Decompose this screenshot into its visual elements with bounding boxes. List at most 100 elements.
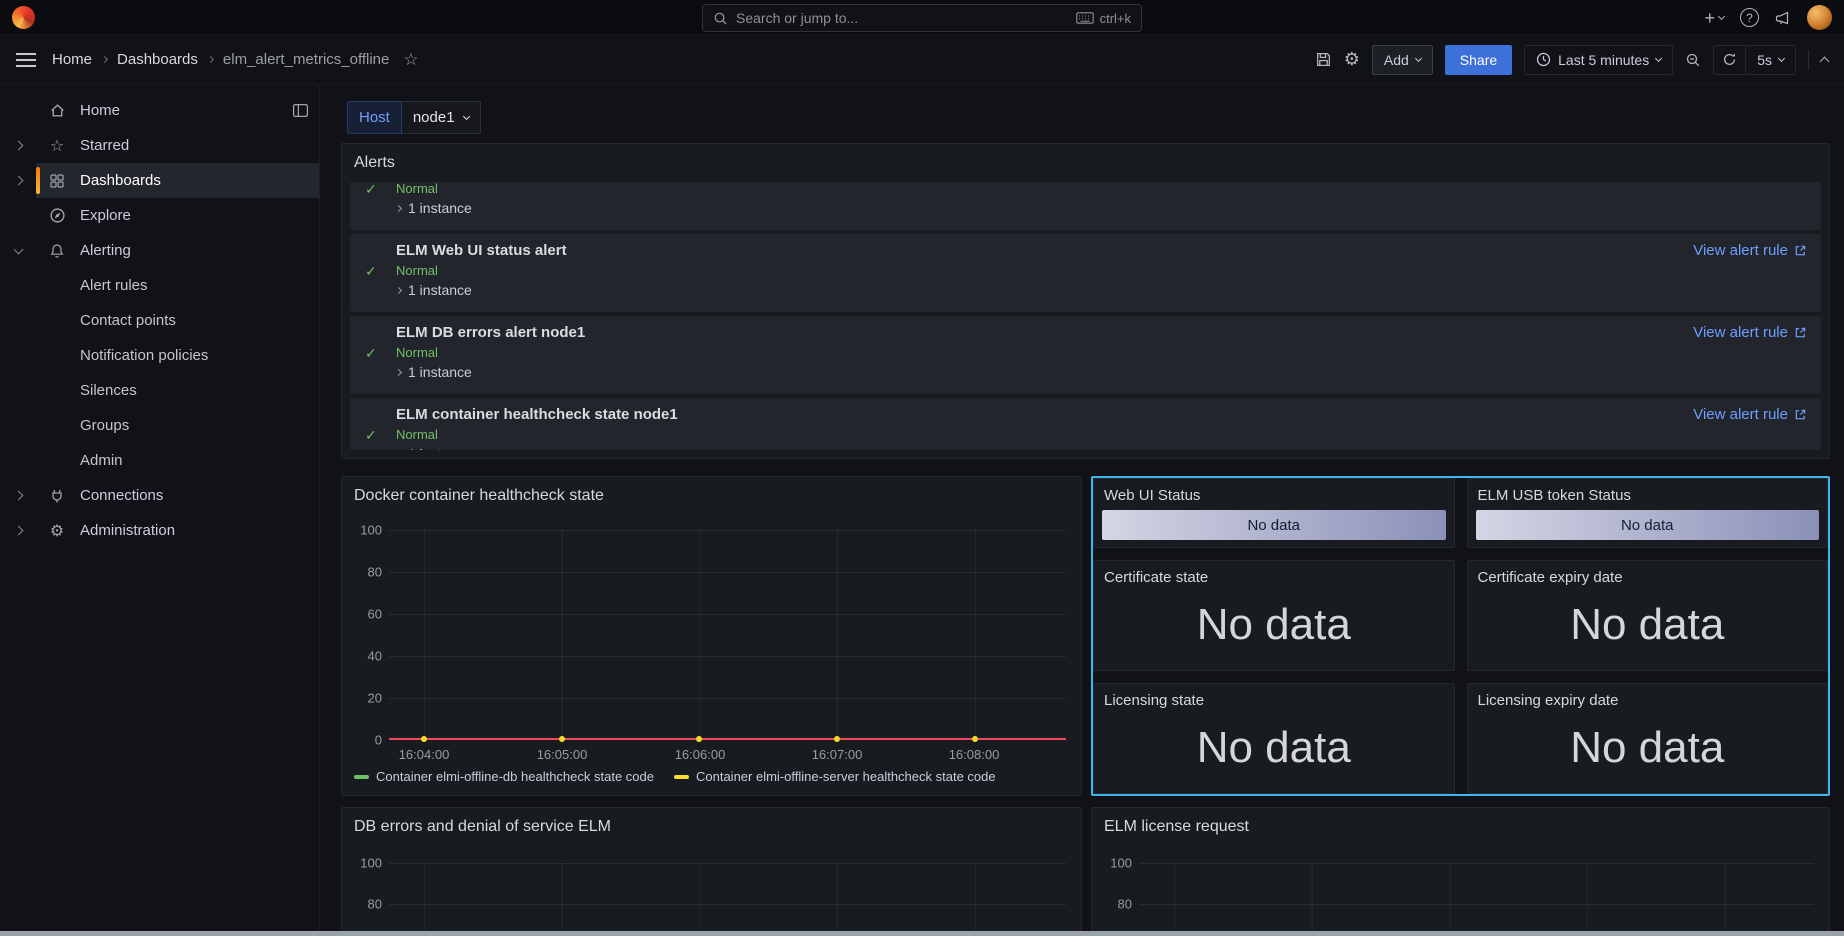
horizontal-scrollbar[interactable]: [0, 931, 1844, 936]
refresh-interval-dropdown[interactable]: 5s: [1745, 45, 1795, 74]
page-toolbar: Home Dashboards elm_alert_metrics_offlin…: [0, 35, 1844, 85]
alert-list: ✓ Normal 1 instance View alert rule: [350, 182, 1821, 450]
variable-value-dropdown[interactable]: node1: [401, 101, 481, 134]
new-menu-button[interactable]: +: [1704, 7, 1726, 28]
sidebar-item-dashboards[interactable]: Dashboards: [0, 163, 319, 198]
chart-plot-area: [389, 530, 1066, 742]
dashboard-canvas: Host node1 Alerts ✓ Normal 1 instance ✓ …: [320, 85, 1844, 936]
stat-panel-group-selected: Web UI Status No data ELM USB token Stat…: [1091, 476, 1830, 796]
refresh-group: 5s: [1713, 44, 1796, 75]
y-tick-label: 80: [367, 564, 382, 580]
gear-icon: ⚙: [1343, 48, 1360, 70]
alert-instances-toggle[interactable]: 1 instance: [394, 198, 1807, 218]
sidebar-item-connections[interactable]: Connections: [0, 478, 319, 513]
alert-row: ✓ ELM Web UI status alert Normal 1 insta…: [350, 234, 1821, 312]
alert-instances-toggle[interactable]: 1 instance: [394, 280, 1807, 300]
search-placeholder: Search or jump to...: [736, 10, 859, 26]
sidebar-item-alert-rules[interactable]: Alert rules: [0, 268, 319, 303]
alert-row: ✓ ELM container healthcheck state node1 …: [350, 398, 1821, 450]
chevron-down-icon: [1717, 12, 1726, 20]
chevron-right-icon[interactable]: [13, 490, 23, 501]
legend-item[interactable]: Container elmi-offline-db healthcheck st…: [354, 769, 654, 784]
plus-icon: +: [1704, 7, 1715, 28]
chevron-right-icon: [394, 286, 403, 294]
plug-icon: [46, 488, 68, 504]
menu-toggle-button[interactable]: [16, 52, 36, 67]
y-tick-label: 100: [360, 522, 382, 538]
breadcrumb-home[interactable]: Home: [52, 51, 92, 68]
chevron-right-icon[interactable]: [13, 175, 23, 186]
zoom-out-button[interactable]: [1685, 52, 1701, 68]
clock-icon: [1536, 52, 1551, 67]
search-input[interactable]: Search or jump to... ctrl+k: [702, 4, 1142, 32]
chevron-right-icon: [100, 55, 109, 64]
help-icon[interactable]: ?: [1740, 8, 1759, 27]
chevron-right-icon[interactable]: [13, 140, 23, 151]
gear-icon: ⚙: [49, 520, 65, 540]
breadcrumb-current: elm_alert_metrics_offline: [222, 51, 390, 68]
data-point-marker: [834, 736, 840, 742]
alert-title: ELM container healthcheck state node1: [396, 406, 678, 423]
user-avatar[interactable]: [1807, 5, 1832, 30]
divider: [1808, 49, 1809, 70]
time-range-picker[interactable]: Last 5 minutes: [1524, 44, 1674, 75]
top-bar: Search or jump to... ctrl+k + ?: [0, 0, 1844, 35]
legend-item[interactable]: Container elmi-offline-server healthchec…: [673, 769, 996, 784]
panel-title[interactable]: ELM license request: [1092, 808, 1829, 836]
top-actions: + ?: [1704, 0, 1832, 35]
sidebar-item-home[interactable]: Home: [0, 93, 319, 128]
sidebar-item-administration[interactable]: ⚙ Administration: [0, 513, 319, 548]
x-tick-label: 16:08:00: [948, 747, 1000, 762]
dashboard-settings-button[interactable]: ⚙: [1343, 48, 1360, 70]
sidebar-item-admin[interactable]: Admin: [0, 443, 319, 478]
sidebar-item-alerting[interactable]: Alerting: [0, 233, 319, 268]
panel-title[interactable]: DB errors and denial of service ELM: [342, 808, 1081, 836]
alert-instances-toggle[interactable]: 1 instance: [396, 444, 1807, 450]
chevron-right-icon[interactable]: [13, 525, 23, 536]
view-alert-rule-link[interactable]: View alert rule: [1693, 242, 1807, 259]
sidebar-item-starred[interactable]: ☆ Starred: [0, 128, 319, 163]
timeseries-panel-docker-healthcheck: Docker container healthcheck state 100 8…: [341, 476, 1082, 796]
add-button[interactable]: Add: [1371, 44, 1433, 75]
y-tick-label: 100: [360, 855, 382, 871]
alert-state: Normal: [396, 345, 438, 360]
alert-row: ✓ Normal 1 instance View alert rule: [350, 182, 1821, 230]
sidebar-item-contact-points[interactable]: Contact points: [0, 303, 319, 338]
sidebar-item-silences[interactable]: Silences: [0, 373, 319, 408]
gauge-bar: No data: [1475, 510, 1819, 540]
y-tick-label: 40: [367, 648, 382, 664]
sidebar-item-explore[interactable]: Explore: [0, 198, 319, 233]
share-button[interactable]: Share: [1444, 44, 1513, 75]
grafana-logo[interactable]: [12, 6, 35, 29]
dock-sidebar-icon[interactable]: [292, 102, 309, 119]
breadcrumb-dashboards[interactable]: Dashboards: [117, 51, 198, 68]
check-icon: ✓: [365, 264, 377, 280]
panel-title[interactable]: Docker container healthcheck state: [342, 477, 1081, 505]
alert-instances-toggle[interactable]: 1 instance: [394, 362, 1807, 382]
y-tick-label: 60: [367, 606, 382, 622]
keyboard-icon: [1075, 12, 1094, 24]
sidebar-item-groups[interactable]: Groups: [0, 408, 319, 443]
panel-title[interactable]: Alerts: [342, 144, 1829, 172]
data-point-marker: [972, 736, 978, 742]
view-alert-rule-link[interactable]: View alert rule: [1693, 324, 1807, 341]
sidebar-item-notification-policies[interactable]: Notification policies: [0, 338, 319, 373]
alert-state: Normal: [396, 427, 438, 442]
nav-sidebar: Home ☆ Starred Dashboards Explore Alerti…: [0, 85, 320, 936]
variable-row: Host node1: [347, 101, 481, 134]
alert-state: Normal: [396, 182, 438, 196]
chevron-down-icon[interactable]: [13, 244, 23, 254]
y-tick-label: 80: [1117, 896, 1132, 912]
refresh-button[interactable]: [1714, 52, 1745, 67]
favorite-star-icon[interactable]: ☆: [403, 50, 418, 70]
news-icon[interactable]: [1775, 10, 1791, 26]
save-dashboard-button[interactable]: [1315, 51, 1332, 68]
stat-panel-licensing-state: Licensing state No data: [1093, 683, 1455, 794]
stat-panel-licensing-expiry: Licensing expiry date No data: [1466, 683, 1828, 794]
legend-swatch: [354, 774, 369, 779]
collapse-toolbar-button[interactable]: [1819, 55, 1830, 66]
gauge-bar: No data: [1102, 510, 1446, 540]
stat-panel-webui-status: Web UI Status No data: [1093, 478, 1455, 548]
view-alert-rule-link[interactable]: View alert rule: [1693, 406, 1807, 423]
alert-title: ELM DB errors alert node1: [396, 324, 586, 341]
